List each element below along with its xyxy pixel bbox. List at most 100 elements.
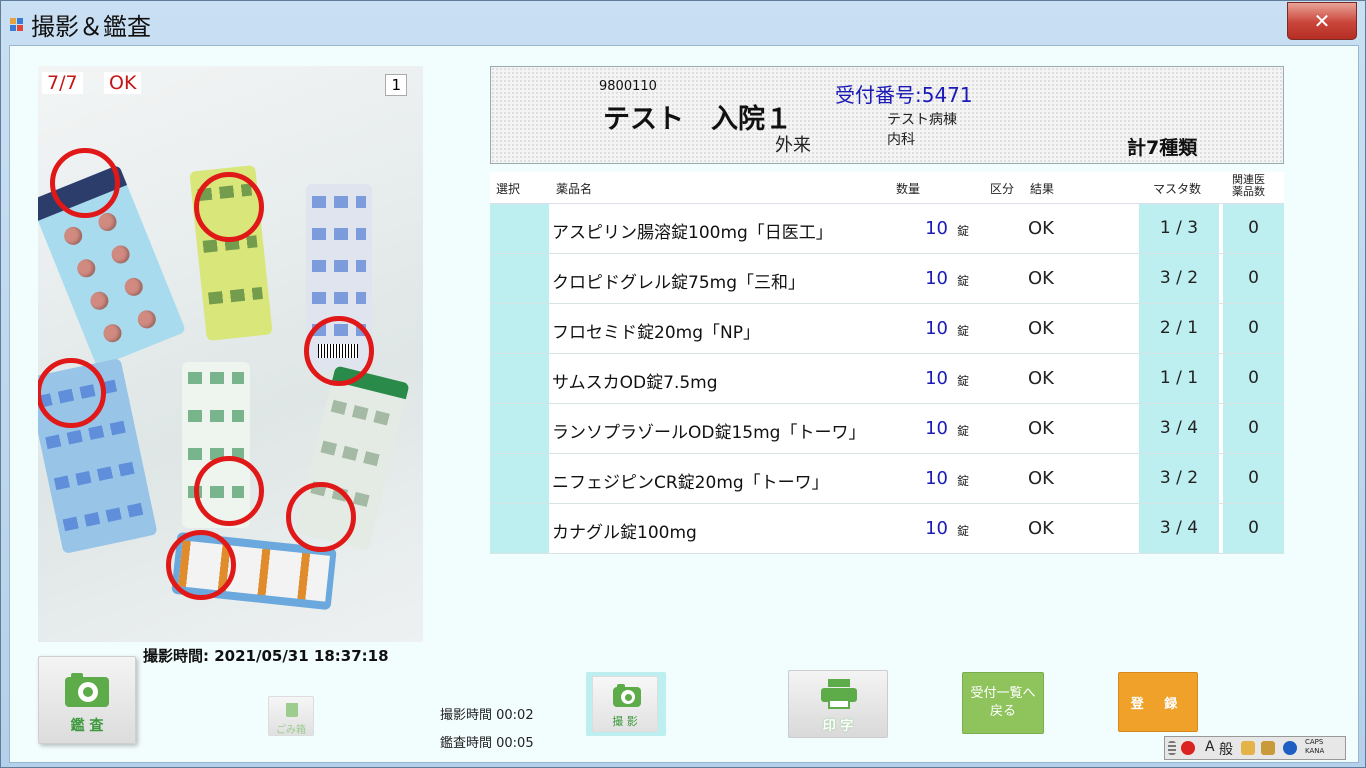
master-count: 1 / 3	[1139, 204, 1219, 253]
captured-photo: 7/7 OK 1	[38, 66, 423, 642]
ime-dictionary-icon[interactable]	[1261, 741, 1275, 755]
window-title: 撮影＆鑑査	[31, 13, 151, 41]
close-button[interactable]: ✕	[1287, 2, 1357, 40]
ime-help-icon[interactable]	[1283, 741, 1297, 755]
detection-circle	[166, 530, 236, 600]
quantity: 10	[925, 318, 948, 339]
ime-record-icon	[1181, 741, 1195, 755]
ime-mode[interactable]: A	[1205, 739, 1215, 755]
detection-circle	[286, 482, 356, 552]
master-count: 3 / 4	[1139, 404, 1219, 453]
master-count: 2 / 1	[1139, 304, 1219, 353]
shot-timestamp: 撮影時間: 2021/05/31 18:37:18	[143, 647, 389, 665]
photo-count-label: 7/7	[42, 72, 83, 94]
unit: 錠	[957, 474, 970, 488]
table-row[interactable]: カナグル錠100mg 10 錠 OK 3 / 40	[490, 504, 1284, 554]
printer-icon	[821, 679, 857, 709]
header-master: マスタ数	[1153, 182, 1202, 196]
total-kinds: 計7種類	[1127, 137, 1198, 159]
patient-name: テスト 入院１	[603, 104, 792, 135]
ime-caps-kana-indicator: CAPS KANA	[1305, 738, 1324, 756]
app-window: 撮影＆鑑査 ✕ 7/7 OK 1 撮影時間: 2021/05/31 18:37:…	[0, 0, 1366, 768]
result: OK	[1028, 418, 1054, 439]
camera-icon	[65, 673, 109, 707]
title-bar: 撮影＆鑑査 ✕	[1, 1, 1365, 45]
app-icon	[10, 18, 24, 32]
visit-type: 外来	[775, 135, 811, 156]
table-row[interactable]: サムスカOD錠7.5mg 10 錠 OK 1 / 10	[490, 354, 1284, 404]
shoot-button[interactable]: 撮 影	[586, 672, 666, 736]
header-result: 結果	[1030, 182, 1055, 196]
header-select: 選択	[496, 182, 521, 196]
quantity: 10	[925, 218, 948, 239]
caps-label: CAPS	[1305, 738, 1324, 746]
select-cell[interactable]	[490, 354, 549, 403]
select-cell[interactable]	[490, 404, 549, 453]
trash-button[interactable]: ごみ箱	[268, 696, 314, 736]
result: OK	[1028, 218, 1054, 239]
table-row[interactable]: ニフェジピンCR錠20mg「トーワ」 10 錠 OK 3 / 20	[490, 454, 1284, 504]
ward-name: テスト病棟	[887, 112, 957, 128]
medicine-name: アスピリン腸溶錠100mg「日医工」	[552, 223, 833, 243]
audit-button[interactable]: 鑑 査	[38, 656, 136, 744]
trash-icon	[286, 703, 298, 717]
back-button-label: 受付一覧へ 戻る	[970, 686, 1036, 719]
main-panel: 7/7 OK 1 撮影時間: 2021/05/31 18:37:18 98001…	[9, 45, 1359, 763]
register-button[interactable]: 登 録	[1118, 672, 1198, 732]
select-cell[interactable]	[490, 304, 549, 353]
ime-kana-mode[interactable]: 般	[1219, 739, 1233, 759]
detection-circle	[50, 148, 120, 218]
camera-icon	[613, 684, 641, 707]
table-row[interactable]: クロピドグレル錠75mg「三和」 10 錠 OK 3 / 20	[490, 254, 1284, 304]
related-count: 0	[1223, 454, 1284, 503]
detection-circle	[194, 172, 264, 242]
detection-circle	[194, 456, 264, 526]
medicine-name: フロセミド錠20mg「NP」	[552, 323, 760, 343]
register-button-label: 登 録	[1130, 697, 1186, 712]
unit: 錠	[957, 224, 970, 238]
master-count: 3 / 2	[1139, 454, 1219, 503]
detection-circle	[38, 358, 106, 428]
header-qty: 数量	[896, 182, 921, 196]
select-cell[interactable]	[490, 254, 549, 303]
unit: 錠	[957, 524, 970, 538]
ime-tool-icon[interactable]	[1241, 741, 1255, 755]
header-name: 薬品名	[556, 182, 593, 196]
print-button[interactable]: 印 字	[788, 670, 888, 738]
table-row[interactable]: ランソプラゾールOD錠15mg「トーワ」 10 錠 OK 3 / 40	[490, 404, 1284, 454]
medicine-table: 選択 薬品名 数量 区分 結果 マスタ数 関連医 薬品数 アスピリン腸溶錠100…	[490, 172, 1284, 554]
audit-button-label: 鑑 査	[70, 718, 104, 734]
related-count: 0	[1223, 504, 1284, 553]
ime-language-bar[interactable]: A 般 CAPS KANA	[1164, 736, 1346, 760]
quantity: 10	[925, 418, 948, 439]
medicine-name: ニフェジピンCR錠20mg「トーワ」	[552, 473, 829, 493]
related-count: 0	[1223, 404, 1284, 453]
related-count: 0	[1223, 204, 1284, 253]
header-related: 関連医 薬品数	[1232, 173, 1265, 198]
quantity: 10	[925, 468, 948, 489]
patient-info-panel: 9800110 テスト 入院１ 外来 受付番号:5471 テスト病棟 内科 計7…	[490, 66, 1284, 164]
patient-id: 9800110	[599, 79, 657, 94]
table-row[interactable]: アスピリン腸溶錠100mg「日医工」 10 錠 OK 1 / 30	[490, 204, 1284, 254]
unit: 錠	[957, 324, 970, 338]
table-row[interactable]: フロセミド錠20mg「NP」 10 錠 OK 2 / 10	[490, 304, 1284, 354]
department-name: 内科	[887, 132, 915, 148]
master-count: 3 / 4	[1139, 504, 1219, 553]
header-category: 区分	[990, 182, 1015, 196]
select-cell[interactable]	[490, 204, 549, 253]
master-count: 3 / 2	[1139, 254, 1219, 303]
quantity: 10	[925, 368, 948, 389]
reception-number: 受付番号:5471	[835, 83, 973, 107]
photo-index-label: 1	[385, 74, 407, 96]
unit: 錠	[957, 274, 970, 288]
master-count: 1 / 1	[1139, 354, 1219, 403]
result: OK	[1028, 368, 1054, 389]
shoot-button-label: 撮 影	[612, 715, 638, 728]
unit: 錠	[957, 424, 970, 438]
back-to-reception-list-button[interactable]: 受付一覧へ 戻る	[962, 672, 1044, 734]
medicine-name: サムスカOD錠7.5mg	[552, 373, 718, 393]
trash-button-label: ごみ箱	[276, 725, 306, 736]
ime-grip-icon	[1168, 741, 1176, 755]
select-cell[interactable]	[490, 454, 549, 503]
select-cell[interactable]	[490, 504, 549, 553]
